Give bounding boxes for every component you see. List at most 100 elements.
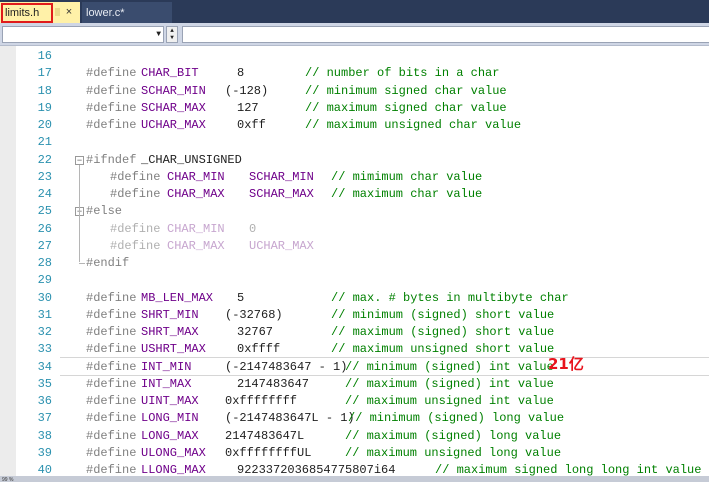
code-comment: // mimimum char value [331, 169, 483, 184]
macro-name: SHRT_MAX [141, 325, 199, 339]
preprocessor-directive: #else [86, 204, 123, 219]
tab-limits-h[interactable]: limits.h × [0, 2, 80, 23]
line-number: 38 [37, 428, 52, 443]
macro-value: (-2147483647 - 1) [225, 359, 348, 374]
annotation-text: 21亿 [548, 355, 584, 373]
chevron-down-icon[interactable]: ▼ [156, 27, 161, 42]
line-number: 32 [37, 325, 52, 339]
code-line[interactable]: 17 #define CHAR_BIT 8 // number of bits in a… [0, 65, 709, 82]
macro-name: UINT_MAX [141, 394, 199, 408]
code-comment: // maximum unsigned char value [305, 118, 522, 132]
line-number: 39 [37, 445, 52, 460]
code-line[interactable]: 35 #define INT_MAX 2147483647 // maximum (si… [0, 376, 709, 393]
macro-name: UCHAR_MAX [141, 118, 206, 132]
code-editor[interactable]: 16 17 #define CHAR_BIT 8 // number of bits in… [0, 46, 709, 482]
code-line[interactable]: 26 #define CHAR_MIN 0 [0, 221, 709, 238]
macro-value: 0xffffffffUL [225, 445, 312, 460]
macro-value: 2147483647 [237, 376, 310, 391]
member-dropdown[interactable] [182, 26, 709, 43]
code-line[interactable]: 18 #define SCHAR_MIN (-128) // minimum signe… [0, 83, 709, 100]
code-line[interactable]: 16 [0, 48, 709, 65]
code-line[interactable]: 21 [0, 134, 709, 151]
code-line[interactable]: 24 #define CHAR_MAX SCHAR_MAX // maximum cha… [0, 186, 709, 203]
line-number: 21 [37, 135, 52, 150]
current-line-border [60, 357, 709, 359]
code-line[interactable]: 23 #define CHAR_MIN SCHAR_MIN // mimimum cha… [0, 169, 709, 186]
macro-name: INT_MAX [141, 376, 192, 391]
code-comment: // max. # bytes in multibyte char [331, 290, 569, 305]
navigation-bar: ▼ ▲ ▼ [0, 23, 709, 46]
line-number: 36 [37, 394, 52, 408]
code-line[interactable]: 20 #define UCHAR_MAX 0xff // maximum unsigne… [0, 117, 709, 134]
line-number: 35 [37, 376, 52, 391]
line-number: 27 [37, 238, 52, 253]
pin-icon[interactable] [55, 8, 60, 16]
code-line[interactable]: 29 [0, 272, 709, 289]
collapse-ifndef-icon[interactable]: − [75, 155, 84, 165]
preprocessor-directive: #define [110, 187, 161, 201]
code-line[interactable]: 38 #define LONG_MAX 2147483647L // maximum (… [0, 428, 709, 445]
code-line[interactable]: 25 #else [0, 203, 709, 220]
tab-label-highlighted[interactable]: limits.h [1, 3, 53, 23]
preprocessor-directive: #define [86, 100, 137, 115]
line-number: 18 [37, 83, 52, 98]
code-comment: // minimum (signed) short value [331, 307, 555, 322]
code-line[interactable]: 32 #define SHRT_MAX 32767 // maximum (signed… [0, 324, 709, 341]
line-number: 33 [37, 342, 52, 357]
code-line[interactable]: 37 #define LONG_MIN (-2147483647L - 1)// mi… [0, 410, 709, 427]
line-number: 22 [37, 152, 52, 167]
macro-value: 0xff [237, 118, 266, 132]
code-comment: // minimum (signed) long value [348, 411, 565, 426]
preprocessor-directive: #define [110, 238, 161, 253]
code-line[interactable]: 33 #define USHRT_MAX 0xffff // maximum unsig… [0, 341, 709, 358]
code-line[interactable]: 27 #define CHAR_MAX UCHAR_MAX [0, 238, 709, 255]
code-line[interactable]: 28 #endif [0, 255, 709, 272]
preprocessor-directive: #define [86, 118, 137, 132]
code-line[interactable]: 19 #define SCHAR_MAX 127 // maximum signed c… [0, 100, 709, 117]
close-icon[interactable]: × [62, 4, 76, 20]
preprocessor-directive: #define [86, 342, 137, 357]
macro-value: 8 [237, 66, 245, 81]
preprocessor-directive: #define [86, 66, 137, 81]
current-line-border [60, 374, 709, 376]
tab-lower-c[interactable]: lower.c* [82, 2, 172, 23]
up-down-icon[interactable]: ▲ ▼ [166, 26, 178, 43]
preprocessor-directive: #define [86, 428, 137, 443]
macro-name: CHAR_MIN [167, 221, 225, 236]
macro-value: 32767 [237, 325, 274, 339]
fold-guide [79, 164, 80, 262]
preprocessor-directive: #endif [86, 256, 130, 270]
macro-value: 0 [249, 221, 257, 236]
macro-name: _CHAR_UNSIGNED [141, 152, 242, 167]
zoom-level[interactable]: 99 % [2, 477, 13, 483]
macro-name: SCHAR_MIN [141, 83, 206, 98]
line-number: 30 [37, 290, 52, 305]
preprocessor-directive: #define [110, 169, 161, 184]
preprocessor-directive: #define [86, 394, 137, 408]
code-comment: // maximum unsigned long value [345, 445, 562, 460]
macro-value: SCHAR_MIN [249, 169, 314, 184]
code-line[interactable]: 31 #define SHRT_MIN (-32768) // minimum (sig… [0, 307, 709, 324]
line-number: 16 [37, 49, 52, 63]
code-line[interactable]: 39 #define ULONG_MAX 0xffffffffUL // maximum… [0, 445, 709, 462]
macro-name: SCHAR_MAX [141, 100, 206, 115]
macro-value: (-32768) [225, 307, 283, 322]
macro-name: SHRT_MIN [141, 307, 199, 322]
scope-dropdown[interactable]: ▼ [2, 26, 164, 43]
line-number: 20 [37, 118, 52, 132]
code-line[interactable]: 22 #ifndef _CHAR_UNSIGNED [0, 152, 709, 169]
macro-name: ULONG_MAX [141, 445, 206, 460]
line-number: 29 [37, 273, 52, 288]
line-number: 17 [37, 66, 52, 81]
macro-value: 127 [237, 100, 259, 115]
preprocessor-directive: #define [86, 376, 137, 391]
preprocessor-directive: #define [110, 221, 161, 236]
preprocessor-directive: #define [86, 325, 137, 339]
code-line[interactable]: 34 #define INT_MIN (-2147483647 - 1)// mini… [0, 359, 709, 376]
macro-value: 0xffff [237, 342, 281, 357]
code-comment: // minimum (signed) int value [345, 359, 554, 374]
code-line[interactable]: 36 #define UINT_MAX 0xffffffff // maximum un… [0, 393, 709, 410]
tab-label[interactable]: lower.c* [86, 7, 125, 19]
code-line[interactable]: 30 #define MB_LEN_MAX 5 // max. # bytes in m… [0, 290, 709, 307]
preprocessor-directive: #define [86, 445, 137, 460]
